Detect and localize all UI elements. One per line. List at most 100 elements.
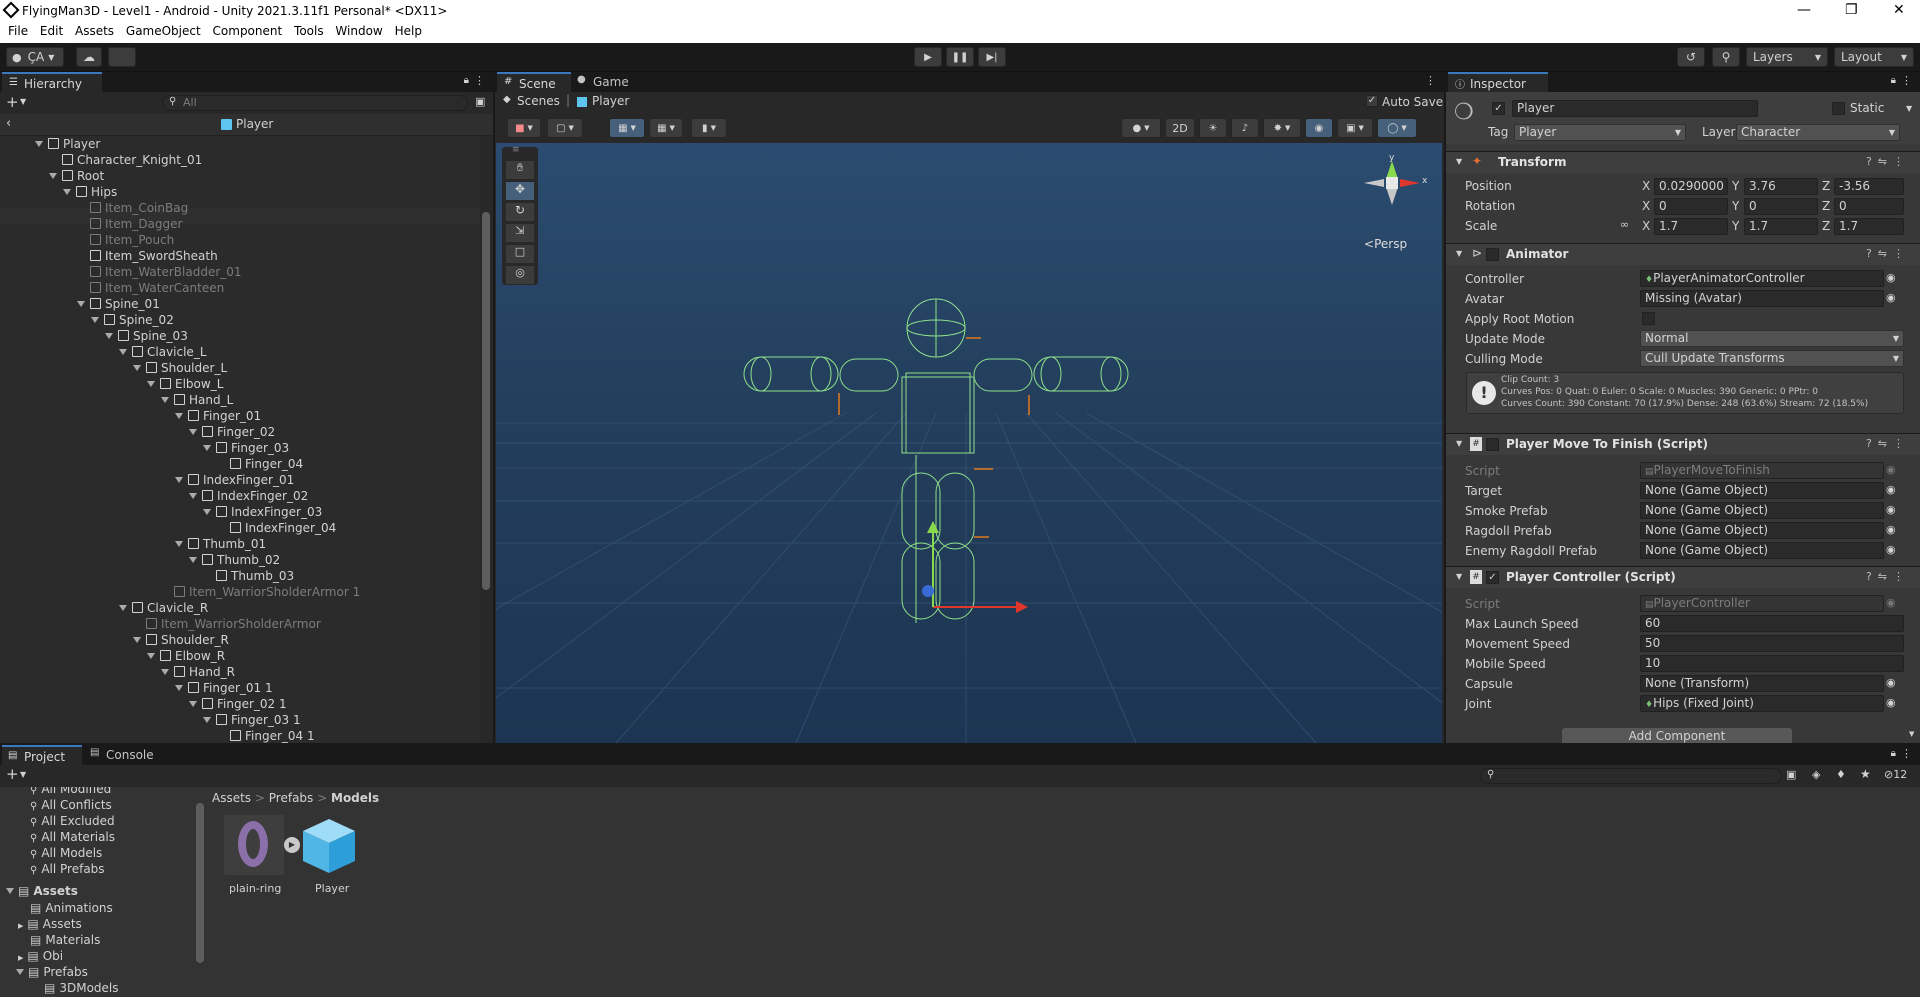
search-by-label-icon[interactable]: ◈	[1812, 768, 1820, 781]
transform-y-field[interactable]: 1.7	[1744, 218, 1818, 235]
menu-assets[interactable]: Assets	[75, 22, 114, 38]
hand-tool-icon[interactable]: ✋︎	[506, 161, 534, 179]
hierarchy-item[interactable]: Shoulder_L	[133, 360, 227, 376]
hierarchy-item[interactable]: Thumb_02	[189, 552, 280, 568]
close-icon[interactable]: ✕	[1893, 2, 1905, 18]
add-component-button[interactable]: Add Component	[1562, 728, 1792, 743]
hierarchy-item[interactable]: Finger_02 1	[189, 696, 287, 712]
hierarchy-item[interactable]: Item_SwordSheath	[90, 248, 218, 264]
hierarchy-item[interactable]: Finger_02	[189, 424, 275, 440]
lighting-toggle[interactable]: ☀	[1199, 118, 1227, 138]
folder-item[interactable]: ▶ ▤ Obi	[18, 948, 63, 964]
active-checkbox[interactable]: ✓	[1492, 102, 1505, 115]
tag-icon[interactable]: ♦	[1836, 768, 1846, 781]
assets-root[interactable]: ▤ Assets	[6, 884, 78, 898]
foldout-arrow-icon[interactable]	[147, 653, 155, 659]
hierarchy-item[interactable]: Spine_01	[77, 296, 160, 312]
maximize-icon[interactable]: ❐	[1845, 2, 1858, 18]
hierarchy-item[interactable]: Hand_L	[161, 392, 233, 408]
search-button[interactable]: ⚲	[1712, 47, 1740, 67]
hierarchy-item[interactable]: Hips	[63, 184, 117, 200]
foldout-arrow-icon[interactable]	[175, 477, 183, 483]
hierarchy-item[interactable]: Shoulder_R	[133, 632, 229, 648]
hierarchy-item[interactable]: IndexFinger_03	[203, 504, 322, 520]
back-icon[interactable]: ‹	[6, 116, 11, 131]
property-field[interactable]: None (Game Object)	[1640, 502, 1884, 519]
hierarchy-item[interactable]: Clavicle_R	[119, 600, 208, 616]
animator-header[interactable]: ▼ ⊳ Animator ?⇋⋮	[1446, 243, 1920, 265]
animator-enabled-checkbox[interactable]	[1486, 248, 1499, 261]
menu-help[interactable]: Help	[395, 22, 422, 38]
search-field[interactable]: ⚲ All	[162, 95, 468, 111]
hierarchy-item[interactable]: Player	[35, 136, 100, 152]
scene-visibility-icon[interactable]: ▣	[475, 95, 485, 108]
foldout-arrow-icon[interactable]	[189, 557, 197, 563]
move-gizmo[interactable]	[922, 521, 1028, 613]
tab-hierarchy[interactable]: ☰ Hierarchy	[2, 72, 102, 92]
hierarchy-item[interactable]: IndexFinger_01	[175, 472, 294, 488]
object-picker-icon[interactable]: ◉	[1886, 523, 1896, 536]
tab-console[interactable]: ▤ Console	[84, 745, 164, 765]
favorite-search-item[interactable]: ⚲ All Conflicts	[30, 797, 112, 813]
hierarchy-item[interactable]: Thumb_03	[216, 568, 294, 584]
2d-toggle[interactable]: 2D	[1165, 118, 1195, 138]
search-by-type-icon[interactable]: ▣	[1786, 768, 1796, 781]
asset-player-prefab[interactable]: Player	[299, 815, 359, 895]
constrain-proportions-icon[interactable]: ∞	[1620, 218, 1629, 231]
chevron-down-icon[interactable]: ▼	[20, 770, 26, 779]
view-options-dropdown[interactable]: ▢ ▼	[547, 118, 583, 138]
property-field[interactable]: 50	[1640, 635, 1904, 652]
menu-tools[interactable]: Tools	[294, 22, 324, 38]
folder-item[interactable]: ▤ Materials	[30, 932, 100, 948]
transform-x-field[interactable]: 0.0290000	[1654, 178, 1728, 195]
minimize-icon[interactable]: —	[1797, 2, 1811, 18]
persp-label[interactable]: <Persp	[1364, 237, 1407, 251]
foldout-arrow-icon[interactable]	[63, 189, 71, 195]
favorite-search-item[interactable]: ⚲ All Excluded	[30, 813, 115, 829]
collab-button[interactable]	[108, 47, 136, 67]
property-field[interactable]: ♦Hips (Fixed Joint)	[1640, 695, 1884, 712]
root-motion-checkbox[interactable]	[1642, 312, 1655, 325]
more-menu-icon[interactable]: ⋮	[1425, 74, 1436, 87]
scene-viewport[interactable]: ≡ ✋︎ ✥ ↻ ⇲ □ ◎ y x <Persp	[496, 143, 1442, 743]
layout-dropdown[interactable]: Layout ▼	[1834, 47, 1914, 67]
menu-component[interactable]: Component	[213, 22, 283, 38]
transform-x-field[interactable]: 0	[1654, 198, 1728, 215]
favorite-search-item[interactable]: ⚲ All Models	[30, 845, 102, 861]
component-menu-icons[interactable]: ?⇋⋮	[1866, 155, 1910, 168]
foldout-arrow-icon[interactable]	[161, 669, 169, 675]
layers-dropdown[interactable]: Layers ▼	[1746, 47, 1828, 67]
foldout-arrow-icon[interactable]	[203, 717, 211, 723]
folder-item[interactable]: ▤ Animations	[30, 900, 113, 916]
object-name-field[interactable]: Player	[1512, 100, 1758, 117]
object-picker-icon[interactable]: ◉	[1886, 596, 1896, 609]
object-picker-icon[interactable]: ◉	[1886, 676, 1896, 689]
menu-window[interactable]: Window	[335, 22, 382, 38]
more-menu-icon[interactable]: ⋮	[1901, 747, 1912, 760]
hierarchy-item[interactable]: Character_Knight_01	[62, 152, 202, 168]
breadcrumb-assets[interactable]: Assets	[212, 791, 251, 805]
hierarchy-item[interactable]: Clavicle_L	[119, 344, 207, 360]
component-menu-icons[interactable]: ?⇋⋮	[1866, 570, 1910, 583]
transform-header[interactable]: ▼ ✦ Transform ?⇋⋮	[1446, 151, 1920, 173]
breadcrumb-prefabs[interactable]: Prefabs	[269, 791, 314, 805]
favorite-search-item[interactable]: ⚲ All Prefabs	[30, 861, 105, 877]
tab-game[interactable]: ● Game	[571, 72, 641, 92]
transform-z-field[interactable]: -3.56	[1834, 178, 1904, 195]
gizmos-dropdown[interactable]: ◯ ▼	[1377, 118, 1417, 138]
object-picker-icon[interactable]: ◉	[1886, 503, 1896, 516]
move-to-finish-enabled-checkbox[interactable]	[1486, 438, 1499, 451]
hidden-packages-toggle[interactable]: ⊘12	[1884, 768, 1907, 781]
hierarchy-item[interactable]: Item_CoinBag	[90, 200, 188, 216]
property-field[interactable]: 60	[1640, 615, 1904, 632]
more-menu-icon[interactable]: ⋮	[1901, 74, 1912, 87]
folder-item[interactable]: ▶ ▤ Assets	[18, 916, 82, 932]
static-checkbox[interactable]	[1832, 102, 1845, 115]
hierarchy-item[interactable]: Finger_01	[175, 408, 261, 424]
player-controller-header[interactable]: ▼ # ✓ Player Controller (Script) ?⇋⋮	[1446, 566, 1920, 588]
breadcrumb-scenes[interactable]: Scenes	[517, 94, 560, 108]
object-picker-icon[interactable]: ◉	[1886, 291, 1896, 304]
foldout-arrow-icon[interactable]	[49, 173, 57, 179]
project-search-field[interactable]: ⚲	[1480, 768, 1782, 784]
breadcrumb-player[interactable]: Player	[592, 94, 629, 108]
